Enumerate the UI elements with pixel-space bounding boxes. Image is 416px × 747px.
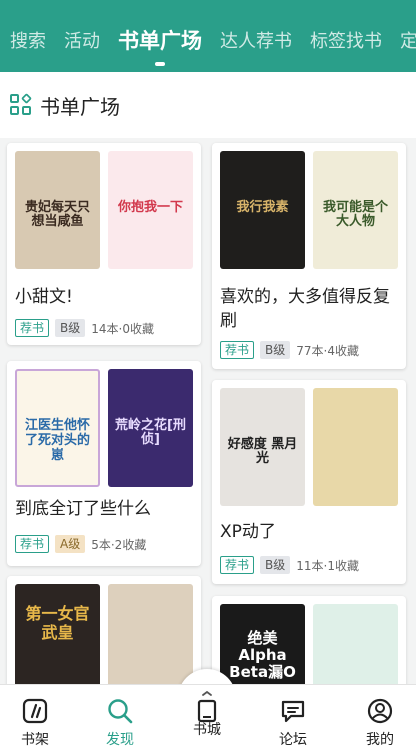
bottom-nav: 书架 发现 书城 论坛 我的 <box>0 684 416 747</box>
booklist-stats: 14本·0收藏 <box>91 321 154 336</box>
category-grid-icon <box>10 93 32 116</box>
bookshelf-icon <box>21 697 49 725</box>
book-cover: 贵妃每天只想当咸鱼 <box>15 151 100 269</box>
nav-bookshelf[interactable]: 书架 <box>0 685 70 747</box>
active-tab-indicator <box>155 62 165 66</box>
book-cover: 江医生他怀了死对头的崽 <box>15 369 100 487</box>
nav-forum[interactable]: 论坛 <box>258 685 328 747</box>
nav-label: 发现 <box>106 732 134 747</box>
tab-activity[interactable]: 活动 <box>64 24 100 56</box>
booklist-title: XP动了 <box>220 522 276 542</box>
tab-tag-search[interactable]: 标签找书 <box>310 24 382 56</box>
cover-group: 我行我素 我可能是个大人物 <box>220 151 398 269</box>
recommend-tag: 荐书 <box>220 556 255 574</box>
booklist-stats: 5本·2收藏 <box>91 537 147 552</box>
book-cover-title: 贵妃每天只想当咸鱼 <box>24 199 90 230</box>
book-cover-title: 江医生他怀了死对头的崽 <box>24 417 90 463</box>
grade-badge: B级 <box>55 319 86 337</box>
cover-group: 江医生他怀了死对头的崽 荒岭之花[刑侦] <box>15 369 193 487</box>
book-cover: 你抱我一下 <box>108 151 193 269</box>
book-cover <box>313 388 398 506</box>
tab-booklist-square[interactable]: 书单广场 <box>118 24 202 66</box>
book-cover-title: 你抱我一下 <box>117 199 183 215</box>
book-cover: 我可能是个大人物 <box>313 151 398 269</box>
booklist-card[interactable]: 江医生他怀了死对头的崽 荒岭之花[刑侦] 到底全订了些什么 荐书 A级 5本·2… <box>7 361 201 566</box>
nav-profile[interactable]: 我的 <box>345 685 415 747</box>
section-title: 书单广场 <box>40 94 120 119</box>
recommend-tag: 荐书 <box>15 319 50 337</box>
book-cover-title: 荒岭之花[刑侦] <box>115 417 186 448</box>
search-icon <box>106 697 134 725</box>
tab-more[interactable]: 定 <box>400 24 416 56</box>
recommend-tag: 荐书 <box>15 535 50 553</box>
book-icon <box>193 690 221 723</box>
tab-booklist-square-label: 书单广场 <box>118 29 202 53</box>
book-cover-title: 好感度 黑月光 <box>227 436 298 467</box>
tab-search[interactable]: 搜索 <box>10 24 46 56</box>
booklist-title: 到底全订了些什么 <box>15 499 151 519</box>
booklist-title: 喜欢的，大多值得反复刷 <box>220 287 390 331</box>
chat-icon <box>279 697 307 725</box>
booklist-title: 小甜文! <box>15 287 73 307</box>
section-header: 书单广场 <box>0 72 416 138</box>
booklist-stats: 77本·4收藏 <box>296 343 359 358</box>
booklist-meta: 荐书 B级 11本·1收藏 <box>220 556 359 574</box>
book-cover-title: 我可能是个大人物 <box>322 199 388 230</box>
book-cover-title: 绝美Alpha Beta漏O <box>229 628 296 682</box>
nav-label: 论坛 <box>279 732 307 747</box>
nav-discover[interactable]: 发现 <box>85 685 155 747</box>
booklist-stats: 11本·1收藏 <box>296 558 359 573</box>
cover-group: 好感度 黑月光 <box>220 388 398 506</box>
book-cover-title: 第一女官 武皇 <box>25 604 90 642</box>
tab-strip: 搜索 活动 书单广场 达人荐书 标签找书 定 <box>10 24 416 66</box>
cover-group: 贵妃每天只想当咸鱼 你抱我一下 <box>15 151 193 269</box>
user-icon <box>366 697 394 725</box>
book-cover-title: 我行我素 <box>236 199 289 215</box>
book-cover: 我行我素 <box>220 151 305 269</box>
booklist-meta: 荐书 B级 14本·0收藏 <box>15 319 154 337</box>
booklist-card[interactable]: 我行我素 我可能是个大人物 喜欢的，大多值得反复刷 荐书 B级 77本·4收藏 <box>212 143 406 369</box>
nav-label: 我的 <box>366 732 394 747</box>
recommend-tag: 荐书 <box>220 341 255 359</box>
grade-badge: B级 <box>260 341 291 359</box>
grade-badge: B级 <box>260 556 291 574</box>
top-tab-bar: 搜索 活动 书单广场 达人荐书 标签找书 定 <box>0 0 416 72</box>
booklist-card[interactable]: 好感度 黑月光 XP动了 荐书 B级 11本·1收藏 <box>212 380 406 584</box>
booklist-card[interactable]: 贵妃每天只想当咸鱼 你抱我一下 小甜文! 荐书 B级 14本·0收藏 <box>7 143 201 345</box>
grade-badge: A级 <box>55 535 86 553</box>
book-cover: 好感度 黑月光 <box>220 388 305 506</box>
booklist-meta: 荐书 A级 5本·2收藏 <box>15 535 146 553</box>
booklist-meta: 荐书 B级 77本·4收藏 <box>220 341 359 359</box>
nav-label: 书架 <box>21 732 49 747</box>
book-cover: 荒岭之花[刑侦] <box>108 369 193 487</box>
nav-bookstore[interactable]: 书城 <box>172 685 242 747</box>
tab-expert-recommend[interactable]: 达人荐书 <box>220 24 292 56</box>
